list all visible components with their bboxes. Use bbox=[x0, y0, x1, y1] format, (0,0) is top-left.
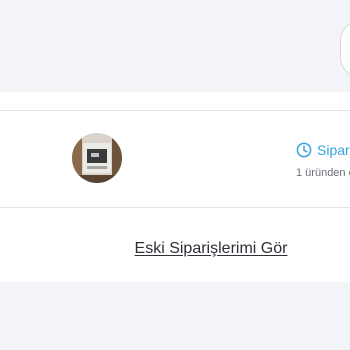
oven-image-icon bbox=[72, 133, 122, 183]
top-section bbox=[0, 0, 350, 92]
order-row[interactable]: Siparişiniz Hazırlanıyor 1 üründen oluşa… bbox=[0, 110, 350, 208]
orders-page: Siparişiniz Hazırlanıyor 1 üründen oluşa… bbox=[0, 0, 350, 350]
old-orders-link[interactable]: Eski Siparişlerimi Gör bbox=[0, 240, 350, 258]
product-thumbnail[interactable] bbox=[72, 133, 122, 183]
order-status: Siparişiniz Hazırlanıyor bbox=[296, 141, 350, 159]
top-action-button[interactable] bbox=[340, 20, 350, 78]
clock-icon bbox=[296, 142, 312, 158]
order-status-text: Siparişiniz Hazırlanıyor bbox=[317, 142, 350, 158]
order-item-count: 1 üründen oluşan sipariş bbox=[296, 167, 350, 179]
orders-card: Siparişiniz Hazırlanıyor 1 üründen oluşa… bbox=[0, 92, 350, 282]
